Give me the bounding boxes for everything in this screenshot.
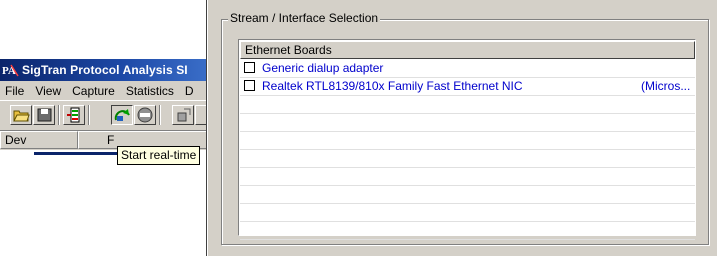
list-item: [240, 114, 695, 132]
list-item[interactable]: Realtek RTL8139/810x Family Fast Etherne…: [240, 78, 695, 96]
save-icon: [37, 108, 52, 122]
adapter-name: Generic dialup adapter: [262, 61, 384, 75]
start-realtime-button[interactable]: [111, 105, 133, 125]
main-toolbar: [0, 100, 208, 131]
list-item: [240, 150, 695, 168]
toolbar-separator: [58, 105, 60, 125]
list-item: [240, 96, 695, 114]
list-item: [240, 186, 695, 204]
next-icon: [177, 108, 191, 122]
list-item: [240, 204, 695, 222]
groupbox-label: Stream / Interface Selection: [228, 11, 381, 25]
save-button[interactable]: [33, 105, 55, 125]
menu-view[interactable]: View: [30, 84, 67, 98]
svg-text:PA: PA: [2, 65, 16, 77]
list-item: [240, 222, 695, 240]
stream-interface-dialog: Stream / Interface Selection Ethernet Bo…: [207, 0, 717, 256]
column-dev[interactable]: Dev: [0, 131, 78, 149]
adapter-checkbox[interactable]: [244, 62, 255, 73]
ethernet-boards-list[interactable]: Ethernet Boards Generic dialup adapter Re…: [238, 39, 696, 240]
menu-statistics[interactable]: Statistics: [121, 84, 180, 98]
next-button[interactable]: [172, 105, 194, 125]
stop-icon: [137, 107, 153, 123]
toolbar-separator: [88, 105, 90, 125]
start-realtime-tooltip: Start real-time: [117, 146, 201, 165]
open-folder-icon: [13, 110, 30, 122]
menu-file[interactable]: File: [0, 84, 30, 98]
stop-button[interactable]: [134, 105, 156, 125]
list-header-ethernet-boards[interactable]: Ethernet Boards: [240, 41, 695, 59]
capture-filter-icon: [67, 107, 80, 123]
menu-d[interactable]: D: [180, 84, 200, 98]
adapter-name: Realtek RTL8139/810x Family Fast Etherne…: [262, 79, 523, 93]
list-rows: Generic dialup adapter Realtek RTL8139/81…: [240, 60, 695, 240]
start-realtime-icon: [114, 109, 130, 121]
menu-capture[interactable]: Capture: [67, 84, 121, 98]
app-title-bar[interactable]: PA SigTran Protocol Analysis SI: [0, 59, 208, 81]
app-logo-icon: PA: [2, 62, 20, 78]
list-item[interactable]: Generic dialup adapter: [240, 60, 695, 78]
list-item: [240, 168, 695, 186]
adapter-description: (Micros...: [641, 79, 691, 93]
capture-filter-button[interactable]: [63, 105, 85, 125]
open-button[interactable]: [10, 105, 32, 125]
app-title: SigTran Protocol Analysis SI: [22, 63, 188, 77]
menu-bar: File View Capture Statistics D: [0, 81, 208, 100]
toolbar-separator: [159, 105, 161, 125]
list-item: [240, 132, 695, 150]
adapter-checkbox[interactable]: [244, 80, 255, 91]
